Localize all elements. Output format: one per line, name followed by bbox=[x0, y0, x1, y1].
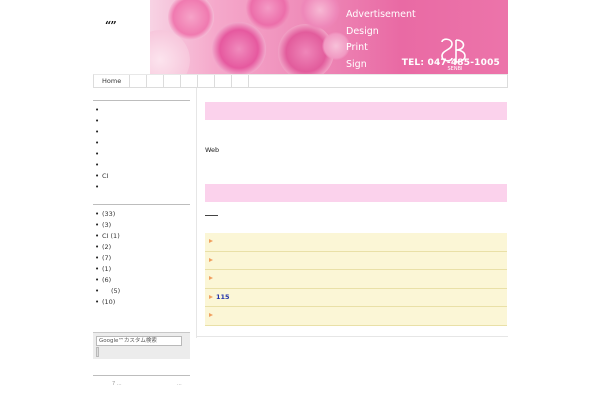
banner-menu-print: Print bbox=[346, 42, 368, 53]
phone-number: TEL: 047-485-1005 bbox=[401, 58, 500, 68]
news-item[interactable] bbox=[205, 270, 507, 289]
header-banner: Advertisement Design Print Sign SENBI TE… bbox=[150, 0, 508, 74]
flower-decoration bbox=[212, 22, 266, 74]
sidebar-page-link[interactable] bbox=[95, 182, 190, 193]
nav-item[interactable] bbox=[198, 75, 216, 87]
section-heading-bar bbox=[205, 102, 507, 120]
sidebar-footer-dots: ... bbox=[177, 381, 182, 387]
sidebar-divider bbox=[93, 100, 190, 101]
sidebar-category-link[interactable]: (5) bbox=[95, 286, 190, 297]
sidebar-page-link[interactable] bbox=[95, 149, 190, 160]
news-item[interactable] bbox=[205, 307, 507, 326]
arrow-right-icon bbox=[209, 276, 213, 280]
sidebar-page-link[interactable] bbox=[95, 116, 190, 127]
sidebar-page-list: CI bbox=[93, 105, 190, 193]
arrow-right-icon bbox=[209, 294, 213, 299]
sidebar-page-link[interactable] bbox=[95, 138, 190, 149]
sidebar-category-link[interactable]: (10) bbox=[95, 297, 190, 308]
sidebar: CI (33) (3) CI (1) (2) (7) (1) (6) (5) (… bbox=[93, 100, 190, 387]
news-item[interactable] bbox=[205, 233, 507, 252]
sidebar-divider bbox=[93, 375, 190, 376]
sidebar-page-link[interactable] bbox=[95, 160, 190, 171]
sidebar-category-link[interactable]: (33) bbox=[95, 209, 190, 220]
main-column-border bbox=[196, 88, 197, 338]
sidebar-page-link[interactable] bbox=[95, 105, 190, 116]
nav-item[interactable] bbox=[130, 75, 148, 87]
sidebar-category-link-ci[interactable]: CI (1) bbox=[95, 231, 190, 242]
sidebar-divider bbox=[93, 204, 190, 205]
nav-item[interactable] bbox=[181, 75, 199, 87]
sidebar-category-link[interactable]: (2) bbox=[95, 242, 190, 253]
news-item[interactable]: 115 bbox=[205, 288, 507, 307]
nav-item-home[interactable]: Home bbox=[94, 75, 131, 87]
banner-menu-design: Design bbox=[346, 25, 379, 37]
global-nav: Home bbox=[93, 74, 508, 88]
sidebar-category-link[interactable]: (7) bbox=[95, 253, 190, 264]
banner-menu-advertisement: Advertisement bbox=[346, 9, 416, 20]
sidebar-category-list: (33) (3) CI (1) (2) (7) (1) (6) (5) (10) bbox=[93, 209, 190, 308]
intro-text: Web bbox=[205, 146, 220, 154]
nav-item[interactable] bbox=[147, 75, 165, 87]
search-widget: Google™カスタム検索 bbox=[93, 332, 190, 359]
nav-item[interactable] bbox=[232, 75, 250, 87]
flower-decoration bbox=[168, 0, 214, 40]
short-divider bbox=[205, 215, 218, 216]
nav-item[interactable] bbox=[215, 75, 233, 87]
site-title[interactable]: “” bbox=[105, 19, 117, 32]
sidebar-footer-text: 7 ... bbox=[112, 381, 122, 387]
arrow-right-icon bbox=[209, 313, 213, 317]
main-bottom-divider bbox=[196, 336, 508, 337]
nav-item[interactable] bbox=[249, 75, 507, 87]
search-button[interactable] bbox=[96, 347, 99, 357]
sidebar-category-link[interactable]: (6) bbox=[95, 275, 190, 286]
news-item[interactable] bbox=[205, 251, 507, 270]
arrow-right-icon bbox=[209, 239, 213, 243]
section-heading-bar bbox=[205, 184, 507, 202]
news-list: 115 bbox=[205, 233, 507, 326]
site-header: “” Advertisement Design Print Sign SENBI… bbox=[93, 0, 508, 74]
nav-item[interactable] bbox=[164, 75, 182, 87]
arrow-right-icon bbox=[209, 257, 213, 262]
main-content: Web 115 bbox=[205, 102, 507, 326]
sidebar-category-link[interactable]: (3) bbox=[95, 220, 190, 231]
search-input[interactable]: Google™カスタム検索 bbox=[96, 336, 182, 346]
sidebar-category-link[interactable]: (1) bbox=[95, 264, 190, 275]
sidebar-page-link-ci[interactable]: CI bbox=[95, 171, 190, 182]
sidebar-page-link[interactable] bbox=[95, 127, 190, 138]
news-item-text[interactable]: 115 bbox=[216, 293, 230, 301]
